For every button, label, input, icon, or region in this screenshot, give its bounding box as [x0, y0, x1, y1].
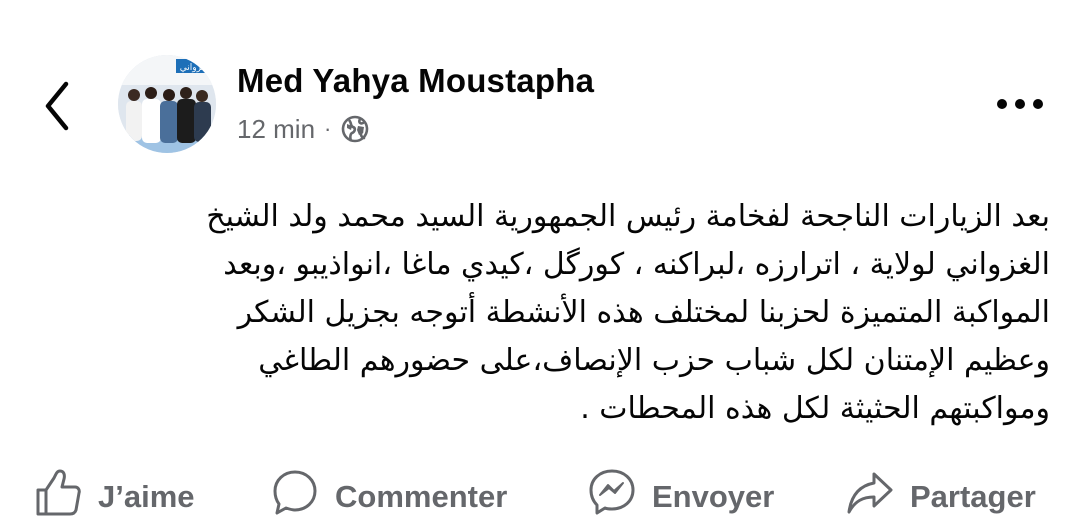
- like-label: J’aime: [98, 479, 195, 514]
- back-button[interactable]: [36, 78, 80, 134]
- post-text-line: ومواكبتهم الحثيثة لكل هذه المحطات .: [580, 391, 1050, 426]
- post-text-line: بعد الزيارات الناجحة لفخامة رئيس الجمهور…: [206, 199, 1050, 234]
- post-time[interactable]: 12 min: [237, 114, 315, 145]
- post-header: غزواني Med Yahya Moustapha 12 min ·: [0, 50, 1080, 160]
- avatar-photo: غزواني: [118, 55, 216, 153]
- author-name[interactable]: Med Yahya Moustapha: [237, 62, 594, 100]
- meta-separator: ·: [324, 116, 332, 141]
- share-label: Partager: [910, 479, 1036, 514]
- more-horizontal-icon: [997, 99, 1043, 109]
- chevron-left-icon: [45, 81, 69, 131]
- author-avatar[interactable]: غزواني: [118, 55, 216, 153]
- share-arrow-icon: [847, 472, 893, 514]
- post-text-line: الغزواني لولاية ، اترارزه ،لبراكنه ، كور…: [223, 247, 1050, 282]
- post-text-line: المواكبة المتميزة لحزبنا لمختلف هذه الأن…: [237, 295, 1050, 330]
- messenger-icon: [589, 469, 635, 515]
- avatar-banner-text: غزواني: [180, 63, 207, 73]
- post-text: بعد الزيارات الناجحة لفخامة رئيس الجمهور…: [40, 193, 1050, 433]
- thumbs-up-icon: [36, 469, 81, 516]
- comment-bubble-icon: [273, 470, 317, 515]
- comment-label: Commenter: [335, 479, 508, 514]
- share-button[interactable]: Partager: [846, 468, 1036, 528]
- like-button[interactable]: J’aime: [34, 468, 195, 528]
- comment-button[interactable]: Commenter: [271, 468, 507, 528]
- post-text-line: وعظيم الإمتنان لكل شباب حزب الإنصاف،على …: [258, 343, 1050, 378]
- send-label: Envoyer: [652, 479, 775, 514]
- post-meta: 12 min ·: [237, 112, 370, 146]
- globe-icon[interactable]: [340, 114, 370, 144]
- send-button[interactable]: Envoyer: [588, 468, 774, 528]
- post-actions-bar: J’aime Commenter Envoyer Partager: [0, 468, 1080, 528]
- more-options-button[interactable]: [992, 86, 1048, 122]
